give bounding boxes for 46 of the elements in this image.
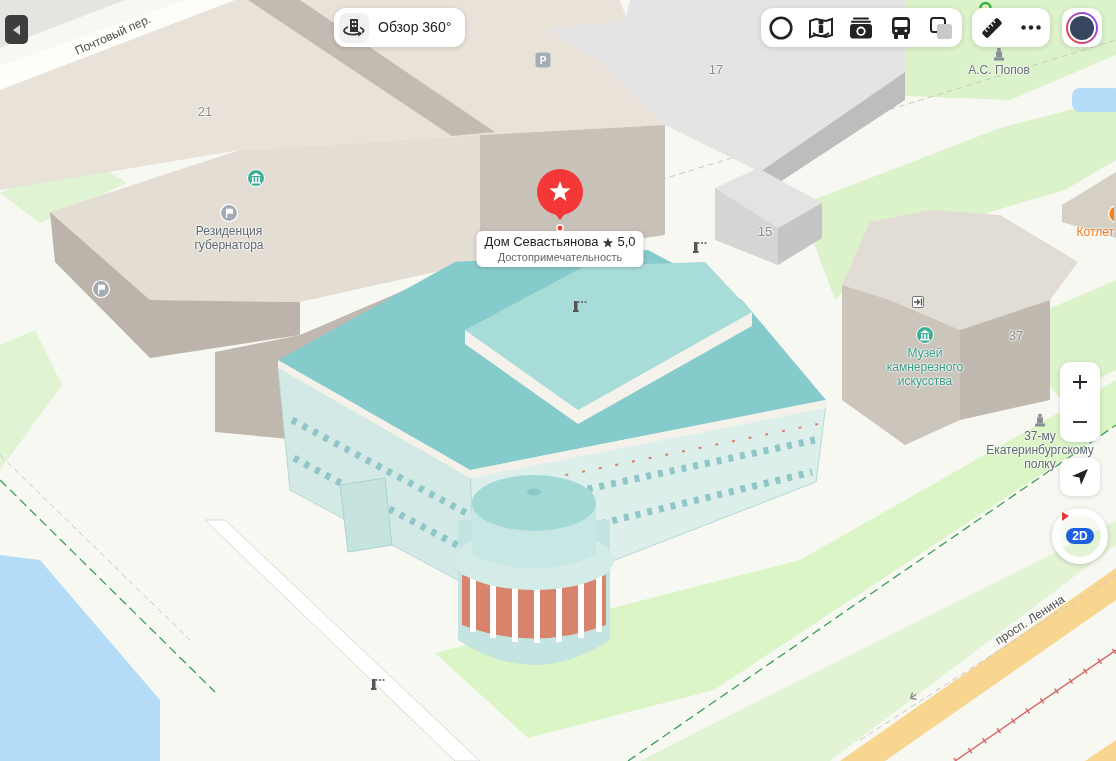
entrance-icon bbox=[912, 296, 924, 308]
flag-icon bbox=[220, 204, 238, 222]
caret-icon bbox=[13, 24, 20, 35]
house-number: 15 bbox=[757, 224, 773, 240]
stop-marker-icon bbox=[979, 0, 992, 8]
place-label[interactable]: Резиденция губернатора bbox=[179, 224, 279, 252]
compass-dial[interactable]: 2D bbox=[1052, 508, 1108, 564]
view-mode-button[interactable]: 2D bbox=[1066, 528, 1094, 544]
profile-button[interactable] bbox=[1062, 8, 1102, 47]
place-category: Достопримечательность bbox=[496, 250, 624, 264]
map-person-icon bbox=[808, 15, 834, 40]
house-number: 37 bbox=[1008, 328, 1024, 344]
house-number: 21 bbox=[197, 104, 213, 120]
minus-icon bbox=[1072, 421, 1088, 423]
parking-sign: P bbox=[535, 52, 551, 68]
star-pin-icon[interactable] bbox=[537, 169, 583, 232]
more-icon bbox=[1020, 25, 1041, 30]
ring-icon bbox=[769, 15, 793, 40]
plus-icon bbox=[1072, 374, 1088, 390]
flag-icon bbox=[91, 279, 111, 299]
museum-icon bbox=[247, 169, 265, 187]
place-label[interactable]: А.С. Попов bbox=[968, 63, 1030, 77]
water bbox=[1072, 88, 1116, 112]
monument-icon bbox=[1035, 414, 1045, 427]
star-icon bbox=[602, 236, 614, 248]
direction-arrow-icon bbox=[909, 691, 918, 700]
bus-icon bbox=[890, 15, 912, 40]
collapse-button[interactable] bbox=[5, 15, 28, 44]
house-number: 17 bbox=[708, 62, 724, 78]
place-title: Дом Севастьянова bbox=[484, 234, 599, 250]
monument-icon bbox=[994, 48, 1004, 61]
barrier-icon bbox=[573, 301, 589, 312]
place-card[interactable]: Дом Севастьянова 5,0 Достопримечательность bbox=[476, 231, 644, 267]
building-rotate-icon bbox=[339, 12, 369, 43]
museum-icon bbox=[916, 326, 934, 344]
avatar-icon bbox=[1066, 11, 1098, 44]
photo-icon bbox=[849, 16, 873, 39]
navigation-arrow-icon bbox=[1071, 468, 1089, 486]
north-marker-icon bbox=[1061, 512, 1069, 521]
locate-button[interactable] bbox=[1060, 458, 1100, 496]
barrier-icon bbox=[693, 242, 709, 253]
barrier-icon bbox=[371, 679, 387, 690]
place-label[interactable]: 37-му Екатеринбургскому полку bbox=[977, 429, 1103, 471]
layers-icon bbox=[929, 15, 953, 40]
rating-value: 5,0 bbox=[617, 234, 636, 250]
panorama-360-button[interactable]: Обзор 360° bbox=[334, 8, 466, 47]
